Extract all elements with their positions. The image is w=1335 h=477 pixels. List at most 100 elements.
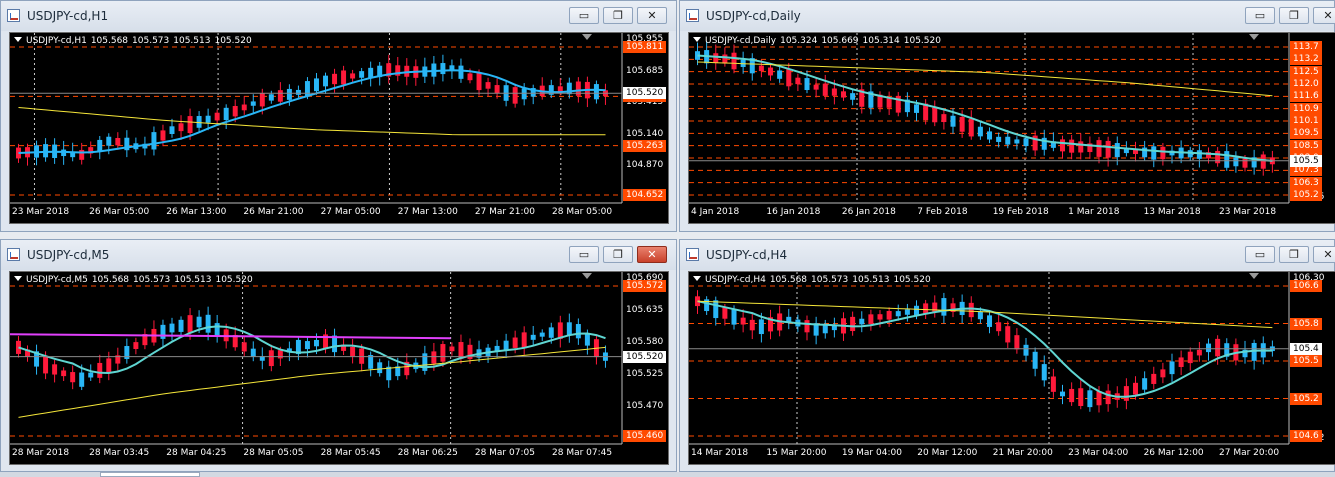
candle bbox=[722, 54, 728, 64]
dropdown-triangle-icon[interactable] bbox=[693, 276, 701, 281]
chart-shift-marker[interactable] bbox=[1249, 273, 1259, 279]
chart-canvas[interactable]: USDJPY-cd,M5 105.568 105.573 105.513 105.520… bbox=[9, 271, 669, 465]
candle bbox=[250, 348, 256, 357]
window-titlebar[interactable]: USDJPY-cd,H1 ▭ ❐ ✕ bbox=[1, 1, 676, 31]
candle bbox=[1041, 364, 1047, 381]
candle bbox=[932, 302, 938, 313]
candle bbox=[205, 314, 211, 333]
candle bbox=[768, 67, 774, 76]
candle bbox=[548, 327, 554, 338]
level-price-tag: 111.6 bbox=[1290, 90, 1322, 103]
dropdown-triangle-icon[interactable] bbox=[14, 276, 22, 281]
close-button[interactable]: ✕ bbox=[1313, 7, 1335, 24]
window-title: USDJPY-cd,H4 bbox=[706, 248, 788, 262]
candle bbox=[1215, 338, 1221, 357]
time-tick-label: 26 Mar 12:00 bbox=[1143, 448, 1204, 458]
candle bbox=[713, 300, 719, 319]
restore-button[interactable]: ❐ bbox=[603, 246, 633, 263]
ohlc-symbol: USDJPY-cd,H1 bbox=[26, 36, 87, 46]
candle bbox=[941, 114, 947, 123]
candle bbox=[1087, 390, 1093, 408]
candle bbox=[1014, 139, 1020, 144]
level-price-tag: 105.2 bbox=[1290, 392, 1322, 405]
ohlc-readout: USDJPY-cd,H4 105.568 105.573 105.513 105.520 bbox=[693, 275, 935, 285]
candle bbox=[178, 319, 184, 332]
candle bbox=[1151, 373, 1157, 384]
restore-icon: ❐ bbox=[1289, 9, 1299, 22]
ohlc-open: 105.568 bbox=[90, 36, 129, 46]
candle bbox=[359, 348, 365, 364]
chart-window-icon bbox=[7, 248, 20, 261]
candle bbox=[440, 344, 446, 362]
minimize-button[interactable]: ▭ bbox=[569, 7, 599, 24]
chart-window-daily[interactable]: USDJPY-cd,Daily ▭ ❐ ✕ USDJPY-cd,Daily 105… bbox=[679, 0, 1335, 232]
candle bbox=[1196, 150, 1202, 159]
ohlc-open: 105.568 bbox=[769, 275, 808, 285]
ohlc-symbol: USDJPY-cd,M5 bbox=[26, 275, 88, 285]
ohlc-high: 105.573 bbox=[811, 275, 849, 285]
chart-canvas[interactable]: USDJPY-cd,H1 105.568 105.573 105.513 105.520… bbox=[9, 32, 669, 224]
candle bbox=[151, 132, 157, 150]
minimize-button[interactable]: ▭ bbox=[1245, 7, 1275, 24]
close-button[interactable]: ✕ bbox=[637, 7, 667, 24]
restore-button[interactable]: ❐ bbox=[1279, 246, 1309, 263]
candle bbox=[822, 83, 828, 96]
candle bbox=[43, 144, 49, 158]
restore-button[interactable]: ❐ bbox=[603, 7, 633, 24]
candle bbox=[512, 337, 518, 348]
time-tick-label: 13 Mar 2018 bbox=[1143, 207, 1201, 217]
level-price-tag: 113.7 bbox=[1290, 41, 1322, 53]
current-price-tag: 105.520 bbox=[623, 87, 667, 100]
candle bbox=[1123, 386, 1129, 401]
candle bbox=[106, 358, 112, 374]
close-button[interactable]: ✕ bbox=[637, 246, 667, 263]
level-price-tag: 108.5 bbox=[1290, 139, 1322, 152]
window-titlebar[interactable]: USDJPY-cd,H4 ▭ ❐ ✕ bbox=[680, 240, 1335, 270]
price-axis: 104.55113.7113.2112.5112.0111.6110.9110.… bbox=[1289, 33, 1335, 203]
candle bbox=[304, 341, 310, 350]
candle bbox=[886, 97, 892, 108]
close-icon: ✕ bbox=[1323, 248, 1333, 261]
current-price-tag: 105.5 bbox=[1290, 154, 1322, 167]
candle bbox=[795, 77, 801, 85]
ohlc-high: 105.573 bbox=[132, 36, 170, 46]
candle bbox=[850, 93, 856, 100]
time-tick-label: 26 Jan 2018 bbox=[841, 207, 896, 217]
chart-shift-marker[interactable] bbox=[582, 273, 592, 279]
restore-icon: ❐ bbox=[613, 9, 623, 22]
dropdown-triangle-icon[interactable] bbox=[14, 37, 22, 42]
candle bbox=[987, 315, 993, 327]
chart-window-h1[interactable]: USDJPY-cd,H1 ▭ ❐ ✕ USDJPY-cd,H1 105.568 10… bbox=[0, 0, 677, 232]
dropdown-triangle-icon[interactable] bbox=[693, 37, 701, 42]
candle bbox=[1105, 390, 1111, 405]
candle bbox=[713, 53, 719, 63]
time-tick-label: 26 Mar 13:00 bbox=[166, 207, 227, 217]
candle bbox=[1050, 376, 1056, 392]
restore-button[interactable]: ❐ bbox=[1279, 7, 1309, 24]
chart-shift-marker[interactable] bbox=[1249, 34, 1259, 40]
candle bbox=[1242, 158, 1248, 168]
price-axis: 105.955105.685105.415105.140104.870104.6… bbox=[622, 33, 668, 203]
candle bbox=[1060, 139, 1066, 152]
candle bbox=[304, 81, 310, 97]
candle bbox=[1160, 369, 1166, 378]
chart-shift-marker[interactable] bbox=[582, 34, 592, 40]
chart-canvas[interactable]: USDJPY-cd,Daily 105.324 105.669 105.314 105.… bbox=[688, 32, 1335, 224]
chart-window-m5[interactable]: USDJPY-cd,M5 ▭ ❐ ✕ USDJPY-cd,M5 105.568 10… bbox=[0, 239, 677, 472]
minimized-window-tab[interactable] bbox=[100, 472, 200, 477]
chart-window-h4[interactable]: USDJPY-cd,H4 ▭ ❐ ✕ USDJPY-cd,H4 105.568 10… bbox=[679, 239, 1335, 472]
minimize-button[interactable]: ▭ bbox=[1245, 246, 1275, 263]
candle bbox=[1142, 378, 1148, 390]
ohlc-readout: USDJPY-cd,Daily 105.324 105.669 105.314 105.… bbox=[693, 36, 945, 46]
chart-canvas[interactable]: USDJPY-cd,H4 105.568 105.573 105.513 105.520… bbox=[688, 271, 1335, 465]
candle bbox=[987, 131, 993, 140]
candle bbox=[314, 339, 319, 347]
window-titlebar[interactable]: USDJPY-cd,M5 ▭ ❐ ✕ bbox=[1, 240, 676, 270]
minimize-button[interactable]: ▭ bbox=[569, 246, 599, 263]
close-button[interactable]: ✕ bbox=[1313, 246, 1335, 263]
candle bbox=[314, 78, 319, 92]
candle bbox=[214, 323, 220, 336]
window-titlebar[interactable]: USDJPY-cd,Daily ▭ ❐ ✕ bbox=[680, 1, 1335, 31]
candle bbox=[458, 65, 464, 79]
candle bbox=[1105, 140, 1111, 158]
